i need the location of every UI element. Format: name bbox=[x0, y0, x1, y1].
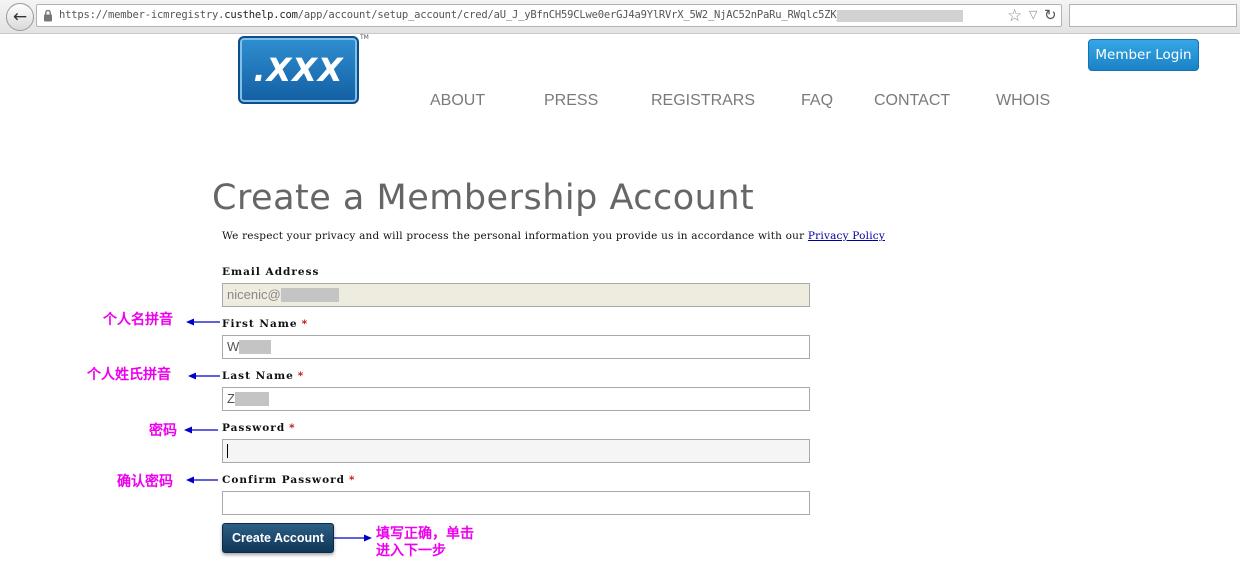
nav-registrars[interactable]: REGISTRARS bbox=[651, 92, 755, 110]
annotation-arrow-left-icon bbox=[186, 318, 220, 326]
confirm-password-label-text: Confirm Password bbox=[222, 474, 345, 486]
annotation-arrow-left-icon bbox=[186, 476, 218, 484]
email-redaction bbox=[280, 287, 339, 302]
confirm-password-field[interactable] bbox=[222, 491, 810, 515]
annotation-first-name: 个人名拼音 bbox=[103, 312, 173, 328]
logo-trademark: TM bbox=[360, 34, 369, 41]
password-label: Password * bbox=[222, 422, 296, 434]
create-account-button[interactable]: Create Account bbox=[222, 523, 334, 553]
annotation-last-name: 个人姓氏拼音 bbox=[87, 367, 171, 383]
privacy-text: We respect your privacy and will process… bbox=[222, 230, 805, 242]
annotation-submit-line2: 进入下一步 bbox=[376, 543, 446, 559]
annotation-arrow-left-icon bbox=[188, 372, 220, 380]
address-bar[interactable]: https://member-icmregistry.custhelp.com/… bbox=[36, 4, 1062, 27]
first-name-label-text: First Name bbox=[222, 318, 298, 330]
nav-contact[interactable]: CONTACT bbox=[874, 92, 950, 110]
email-value: nicenic@ bbox=[227, 287, 281, 302]
url-domain: custhelp.com bbox=[224, 9, 298, 21]
last-name-redaction bbox=[234, 391, 269, 406]
confirm-password-label: Confirm Password * bbox=[222, 474, 355, 486]
lock-icon bbox=[44, 9, 52, 22]
last-name-value: Z bbox=[227, 391, 235, 406]
back-button[interactable]: ← bbox=[6, 3, 34, 31]
required-mark: * bbox=[297, 370, 305, 382]
url-path: /app/account/setup_account/cred/aU_J_yBf… bbox=[297, 9, 849, 21]
annotation-submit-line1: 填写正确，单击 bbox=[376, 526, 474, 542]
last-name-label: Last Name * bbox=[222, 370, 304, 382]
password-label-text: Password bbox=[222, 422, 286, 434]
email-label: Email Address bbox=[222, 266, 320, 278]
url-redaction bbox=[837, 10, 963, 22]
privacy-notice: We respect your privacy and will process… bbox=[222, 230, 885, 242]
annotation-confirm-password: 确认密码 bbox=[117, 474, 173, 490]
back-arrow-icon: ← bbox=[12, 7, 28, 27]
nav-press[interactable]: PRESS bbox=[544, 92, 598, 110]
history-dropdown-icon[interactable]: ▽ bbox=[1029, 8, 1037, 21]
annotation-arrow-right-icon bbox=[334, 534, 372, 542]
annotation-arrow-left-icon bbox=[184, 426, 218, 434]
url-prefix: https://member-icmregistry. bbox=[59, 9, 225, 21]
bookmark-star-icon[interactable]: ☆ bbox=[1007, 6, 1022, 26]
nav-about[interactable]: ABOUT bbox=[430, 92, 485, 110]
xxx-logo[interactable]: .XXX bbox=[238, 36, 359, 104]
password-field[interactable] bbox=[222, 439, 810, 463]
annotation-submit: 填写正确，单击 进入下一步 bbox=[376, 526, 474, 560]
annotation-password: 密码 bbox=[149, 423, 177, 439]
last-name-label-text: Last Name bbox=[222, 370, 294, 382]
url-text: https://member-icmregistry.custhelp.com/… bbox=[59, 9, 849, 21]
nav-faq[interactable]: FAQ bbox=[801, 92, 833, 110]
nav-whois[interactable]: WHOIS bbox=[996, 92, 1050, 110]
required-mark: * bbox=[348, 474, 356, 486]
logo-text: .XXX bbox=[253, 51, 344, 89]
page-title: Create a Membership Account bbox=[212, 178, 755, 218]
browser-toolbar: ← https://member-icmregistry.custhelp.co… bbox=[0, 0, 1240, 34]
browser-search-input[interactable] bbox=[1069, 4, 1237, 27]
email-field: nicenic@ bbox=[222, 283, 810, 307]
required-mark: * bbox=[289, 422, 296, 434]
required-mark: * bbox=[301, 318, 309, 330]
privacy-policy-link[interactable]: Privacy Policy bbox=[808, 230, 885, 242]
first-name-field[interactable]: W bbox=[222, 335, 810, 359]
first-name-redaction bbox=[239, 339, 272, 354]
text-caret bbox=[227, 443, 228, 458]
reload-icon[interactable]: ↻ bbox=[1044, 6, 1057, 24]
first-name-value: W bbox=[227, 339, 240, 354]
member-login-button[interactable]: Member Login bbox=[1088, 39, 1199, 71]
last-name-field[interactable]: Z bbox=[222, 387, 810, 411]
first-name-label: First Name * bbox=[222, 318, 308, 330]
